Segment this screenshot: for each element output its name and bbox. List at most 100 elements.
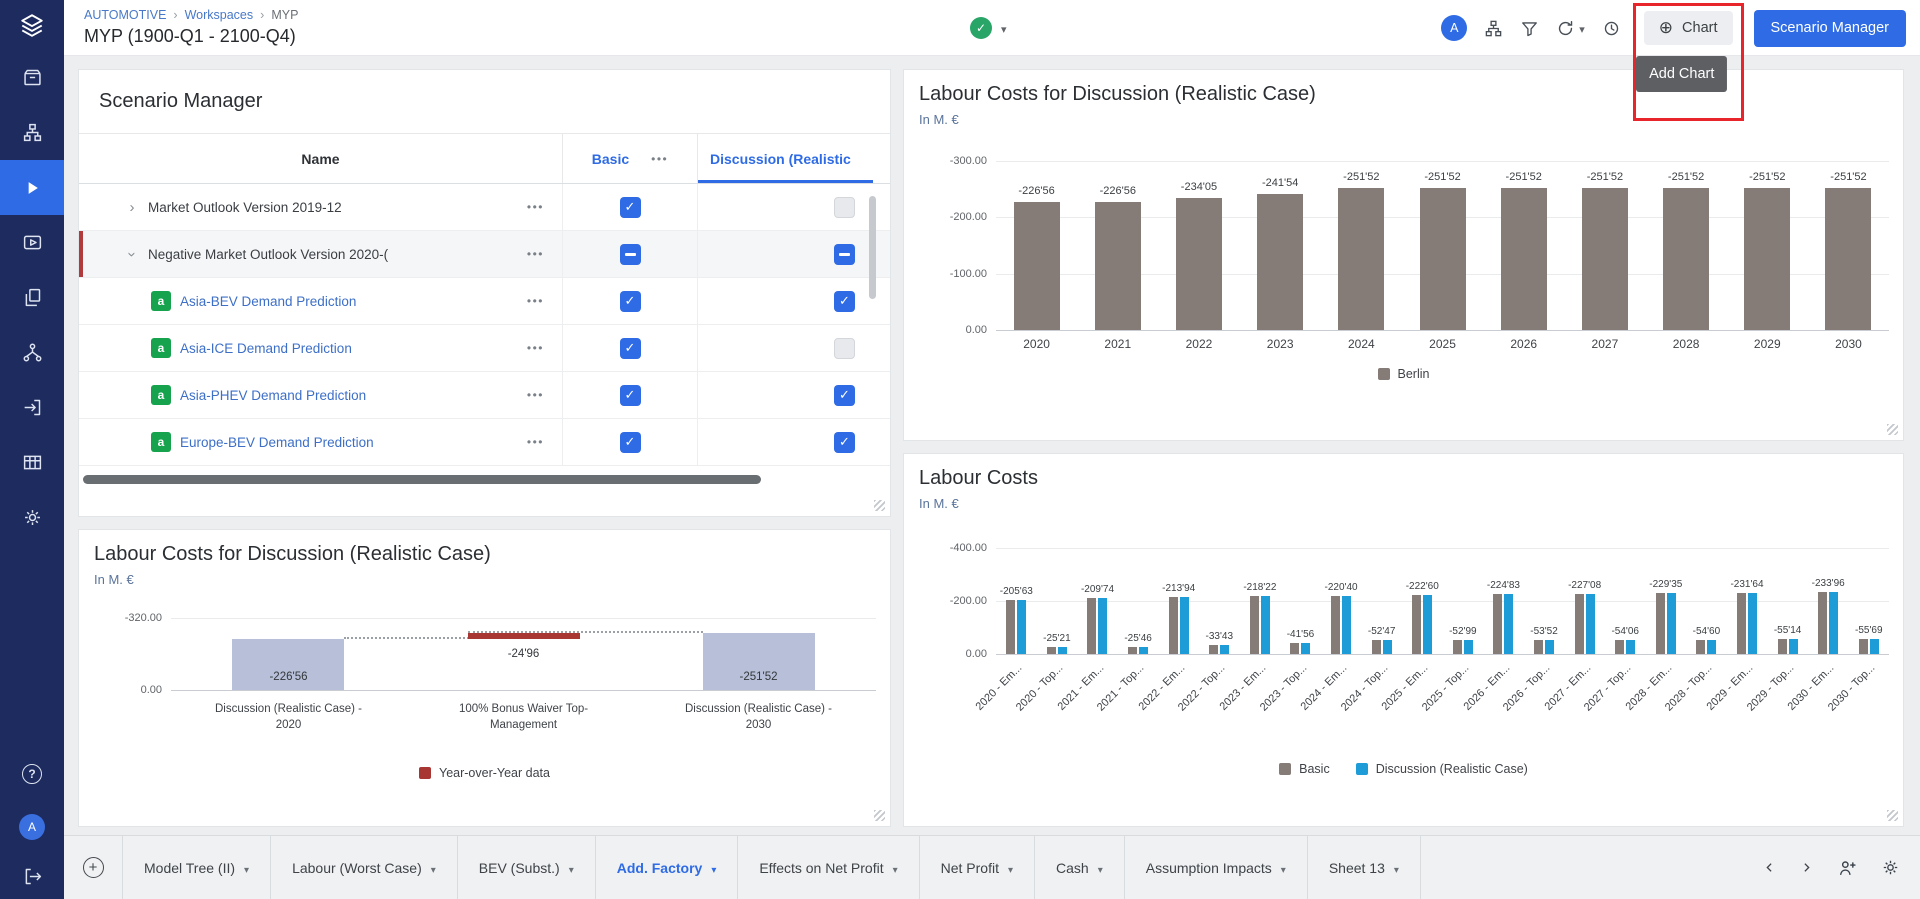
resize-grip-icon[interactable] <box>874 500 885 511</box>
checkbox-basic-checked[interactable] <box>620 338 641 359</box>
checkbox-basic-checked[interactable] <box>620 385 641 406</box>
sheet-tab[interactable]: Labour (Worst Case) <box>270 836 457 899</box>
scenario-manager-button[interactable]: Scenario Manager <box>1754 10 1907 47</box>
chevron-collapsed-icon[interactable] <box>125 199 139 216</box>
chevron-down-icon[interactable] <box>711 860 716 876</box>
bar-basic <box>1209 645 1218 654</box>
history-button[interactable] <box>1602 19 1621 38</box>
row-menu-icon[interactable]: ••• <box>527 294 544 308</box>
add-chart-button[interactable]: Chart <box>1644 11 1733 45</box>
resize-grip-icon[interactable] <box>1887 810 1898 821</box>
sidebar-item-inbox[interactable] <box>0 50 64 105</box>
chevron-down-icon[interactable] <box>1001 20 1007 36</box>
vertical-scrollbar[interactable] <box>869 196 876 299</box>
chevron-down-icon[interactable] <box>1394 860 1399 876</box>
checkbox-discussion-unchecked[interactable] <box>834 197 855 218</box>
scroll-tabs-left-button[interactable] <box>1763 861 1776 874</box>
row-menu-icon[interactable]: ••• <box>527 388 544 402</box>
assumption-link[interactable]: Asia-BEV Demand Prediction <box>180 294 356 309</box>
row-menu-icon[interactable]: ••• <box>527 200 544 214</box>
chevron-down-icon[interactable] <box>431 860 436 876</box>
checkbox-discussion-unchecked[interactable] <box>834 338 855 359</box>
column-menu-icon[interactable]: ••• <box>651 152 668 166</box>
sidebar-item-simulations-active[interactable] <box>0 160 64 215</box>
refresh-button[interactable] <box>1556 19 1585 38</box>
sidebar-item-models[interactable] <box>0 105 64 160</box>
sheet-tab[interactable]: Assumption Impacts <box>1124 836 1307 899</box>
sheet-tab-active[interactable]: Add. Factory <box>595 836 738 899</box>
sheet-tab[interactable]: BEV (Subst.) <box>457 836 595 899</box>
assumption-icon: a <box>151 338 171 358</box>
sheet-tab[interactable]: Cash <box>1034 836 1124 899</box>
scenario-row[interactable]: Negative Market Outlook Version 2020-( ••… <box>79 231 890 278</box>
bar-column: -251'52 <box>1483 161 1564 330</box>
row-menu-icon[interactable]: ••• <box>527 247 544 261</box>
bar-group: -52'99 <box>1443 548 1484 654</box>
bar-value-label: -251'52 <box>1749 171 1785 183</box>
row-menu-icon[interactable]: ••• <box>527 341 544 355</box>
sidebar-item-settings[interactable] <box>0 490 64 545</box>
scenario-row[interactable]: a Asia-ICE Demand Prediction ••• <box>79 325 890 372</box>
sheet-tab[interactable]: Net Profit <box>919 836 1034 899</box>
row-menu-icon[interactable]: ••• <box>527 435 544 449</box>
horizontal-scrollbar[interactable] <box>83 475 761 484</box>
scroll-tabs-right-button[interactable] <box>1800 861 1813 874</box>
bar-basic <box>1453 640 1462 654</box>
checkbox-discussion-checked[interactable] <box>834 432 855 453</box>
assumption-link[interactable]: Asia-PHEV Demand Prediction <box>180 388 366 403</box>
chevron-down-icon[interactable] <box>244 860 249 876</box>
checkbox-basic-checked[interactable] <box>620 291 641 312</box>
scenario-row[interactable]: Market Outlook Version 2019-12 ••• <box>79 184 890 231</box>
chevron-down-icon[interactable] <box>1579 20 1585 36</box>
chevron-down-icon[interactable] <box>893 860 898 876</box>
status-check-icon[interactable] <box>970 17 992 39</box>
checkbox-basic-checked[interactable] <box>620 197 641 218</box>
sidebar-item-logout[interactable] <box>0 853 64 899</box>
model-structure-button[interactable] <box>1484 19 1503 38</box>
breadcrumb-item[interactable]: Workspaces <box>185 8 254 22</box>
sidebar-item-data-tables[interactable] <box>0 435 64 490</box>
breadcrumb-item[interactable]: AUTOMOTIVE <box>84 8 166 22</box>
berlin-legend: Berlin <box>904 367 1903 381</box>
share-sheet-button[interactable] <box>1837 858 1857 878</box>
sheet-tab[interactable]: Sheet 13 <box>1307 836 1421 899</box>
scenario-group-label[interactable]: Market Outlook Version 2019-12 <box>148 200 342 215</box>
sheet-tab[interactable]: Model Tree (II) <box>122 836 270 899</box>
sidebar-avatar[interactable]: A <box>19 814 45 840</box>
sheet-tab-label: Effects on Net Profit <box>759 860 883 876</box>
bar-basic <box>1778 639 1787 654</box>
column-header-basic[interactable]: Basic ••• <box>562 134 697 183</box>
scenario-group-label[interactable]: Negative Market Outlook Version 2020-( <box>148 247 388 262</box>
bar-group: -52'47 <box>1361 548 1402 654</box>
chevron-down-icon[interactable] <box>1008 860 1013 876</box>
sidebar-item-help[interactable]: ? <box>0 746 64 801</box>
checkbox-discussion-indeterminate[interactable] <box>834 244 855 265</box>
chevron-down-icon[interactable] <box>1098 860 1103 876</box>
checkbox-basic-checked[interactable] <box>620 432 641 453</box>
checkbox-basic-indeterminate[interactable] <box>620 244 641 265</box>
sheet-settings-button[interactable] <box>1881 858 1900 877</box>
chevron-down-icon[interactable] <box>1281 860 1286 876</box>
add-sheet-button[interactable] <box>64 836 122 899</box>
scenario-row[interactable]: aAsia-BEV Demand Prediction••• <box>79 278 890 325</box>
user-avatar[interactable]: A <box>1441 15 1467 41</box>
resize-grip-icon[interactable] <box>874 810 885 821</box>
resize-grip-icon[interactable] <box>1887 424 1898 435</box>
assumption-link[interactable]: Europe-BEV Demand Prediction <box>180 435 374 450</box>
sidebar-item-presentations[interactable] <box>0 215 64 270</box>
assumption-link[interactable]: Asia-ICE Demand Prediction <box>180 341 352 356</box>
scenario-row[interactable]: aAsia-PHEV Demand Prediction••• <box>79 372 890 419</box>
filter-button[interactable] <box>1520 19 1539 38</box>
scenario-row[interactable]: aEurope-BEV Demand Prediction••• <box>79 419 890 466</box>
sidebar-item-reports[interactable] <box>0 270 64 325</box>
checkbox-discussion-checked[interactable] <box>834 385 855 406</box>
chevron-expanded-icon[interactable] <box>124 247 141 261</box>
sheet-tab[interactable]: Effects on Net Profit <box>737 836 918 899</box>
sidebar-item-exports[interactable] <box>0 380 64 435</box>
checkbox-discussion-checked[interactable] <box>834 291 855 312</box>
sidebar-item-master-data[interactable] <box>0 325 64 380</box>
column-header-basic-label[interactable]: Basic <box>592 151 629 167</box>
tab-bar-controls <box>1763 836 1920 899</box>
chevron-down-icon[interactable] <box>569 860 574 876</box>
column-header-discussion[interactable]: Discussion (Realistic <box>697 134 873 183</box>
